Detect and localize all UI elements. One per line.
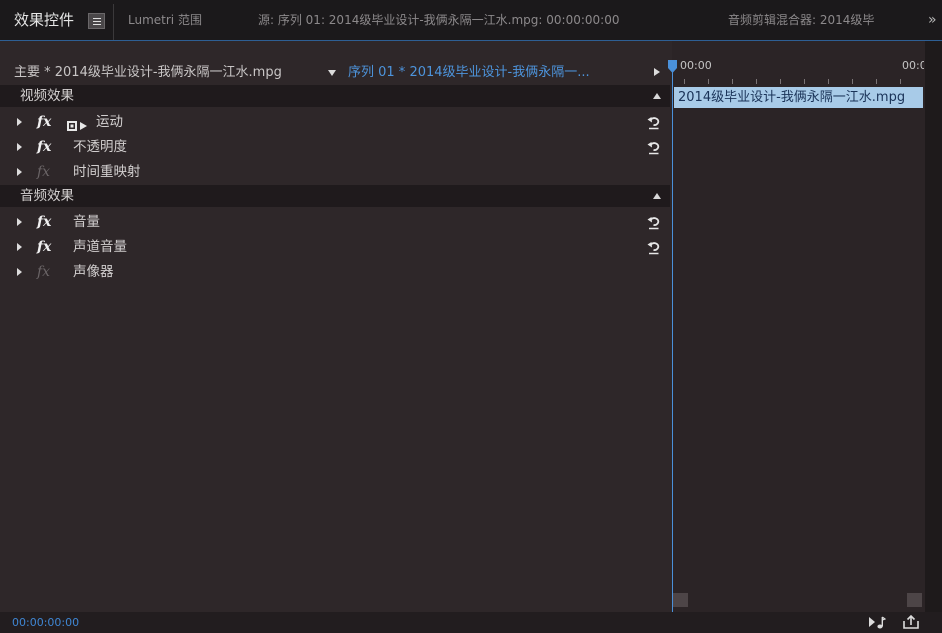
ruler-start-time: 00:00 xyxy=(680,59,712,72)
fx-toggle-button[interactable]: fx xyxy=(37,110,51,135)
disclosure-triangle-icon[interactable] xyxy=(17,243,22,251)
panel-footer xyxy=(0,612,942,633)
disclosure-triangle-icon[interactable] xyxy=(17,143,22,151)
effect-row-volume[interactable]: fx 音量 xyxy=(0,210,670,235)
panel-right-edge xyxy=(925,41,942,612)
tab-audio-clip-mixer[interactable]: 音频剪辑混合器: 2014级毕 xyxy=(728,0,874,40)
tab-effect-controls[interactable]: 效果控件 xyxy=(14,0,74,40)
section-title: 音频效果 xyxy=(20,188,74,204)
play-audio-only-icon[interactable] xyxy=(868,614,886,630)
effect-name: 时间重映射 xyxy=(73,164,141,180)
effect-name: 声道音量 xyxy=(73,239,127,255)
fx-toggle-button[interactable]: fx xyxy=(37,160,50,185)
collapse-icon[interactable] xyxy=(653,93,661,99)
effect-row-motion[interactable]: fx 运动 xyxy=(0,110,670,135)
current-timecode[interactable]: 00:00:00:00 xyxy=(12,612,79,633)
video-effects-header[interactable]: 视频效果 xyxy=(0,85,670,107)
effect-name: 音量 xyxy=(73,214,100,230)
effect-name: 不透明度 xyxy=(73,139,127,155)
effect-row-opacity[interactable]: fx 不透明度 xyxy=(0,135,670,160)
reset-icon[interactable] xyxy=(646,215,661,230)
tab-lumetri-scopes[interactable]: Lumetri 范围 xyxy=(128,0,202,40)
sequence-clip-label[interactable]: 序列 01 * 2014级毕业设计-我俩永隔一... xyxy=(348,60,643,85)
fx-toggle-button[interactable]: fx xyxy=(37,135,51,160)
tab-source-monitor[interactable]: 源: 序列 01: 2014级毕业设计-我俩永隔一江水.mpg: 00:00:0… xyxy=(258,0,619,40)
disclosure-triangle-icon[interactable] xyxy=(17,218,22,226)
show-timeline-toggle-icon[interactable] xyxy=(654,68,660,76)
ruler-end-time: 00:0 xyxy=(902,59,924,72)
collapse-icon[interactable] xyxy=(653,193,661,199)
tab-separator xyxy=(113,4,114,40)
fx-toggle-button[interactable]: fx xyxy=(37,210,51,235)
clip-bar[interactable]: 2014级毕业设计-我俩永隔一江水.mpg xyxy=(674,87,923,108)
effect-timeline-area[interactable] xyxy=(672,41,925,612)
disclosure-triangle-icon[interactable] xyxy=(17,268,22,276)
audio-effects-header[interactable]: 音频效果 xyxy=(0,185,670,207)
ruler-ticks[interactable] xyxy=(684,79,922,84)
fx-toggle-button[interactable]: fx xyxy=(37,260,50,285)
effect-row-channel-volume[interactable]: fx 声道音量 xyxy=(0,235,670,260)
reset-icon[interactable] xyxy=(646,140,661,155)
disclosure-triangle-icon[interactable] xyxy=(17,168,22,176)
tab-overflow-button[interactable]: » xyxy=(928,0,937,40)
export-icon[interactable] xyxy=(902,614,920,630)
disclosure-triangle-icon[interactable] xyxy=(17,118,22,126)
reset-icon[interactable] xyxy=(646,240,661,255)
effect-name: 声像器 xyxy=(73,264,114,280)
section-title: 视频效果 xyxy=(20,88,74,104)
master-clip-label[interactable]: 主要 * 2014级毕业设计-我俩永隔一江水.mpg xyxy=(14,60,319,85)
effect-name: 运动 xyxy=(96,114,123,130)
transform-icon[interactable] xyxy=(66,117,90,131)
fx-toggle-button[interactable]: fx xyxy=(37,235,51,260)
playhead-handle-icon[interactable] xyxy=(668,60,677,73)
chevron-down-icon[interactable] xyxy=(328,70,336,76)
scrollbar-handle-right[interactable] xyxy=(907,593,922,607)
playhead-line[interactable] xyxy=(672,62,673,612)
effect-row-time-remapping[interactable]: fx 时间重映射 xyxy=(0,160,670,185)
scrollbar-handle-left[interactable] xyxy=(673,593,688,607)
panel-menu-icon[interactable] xyxy=(88,13,105,29)
effect-row-panner[interactable]: fx 声像器 xyxy=(0,260,670,285)
reset-icon[interactable] xyxy=(646,115,661,130)
